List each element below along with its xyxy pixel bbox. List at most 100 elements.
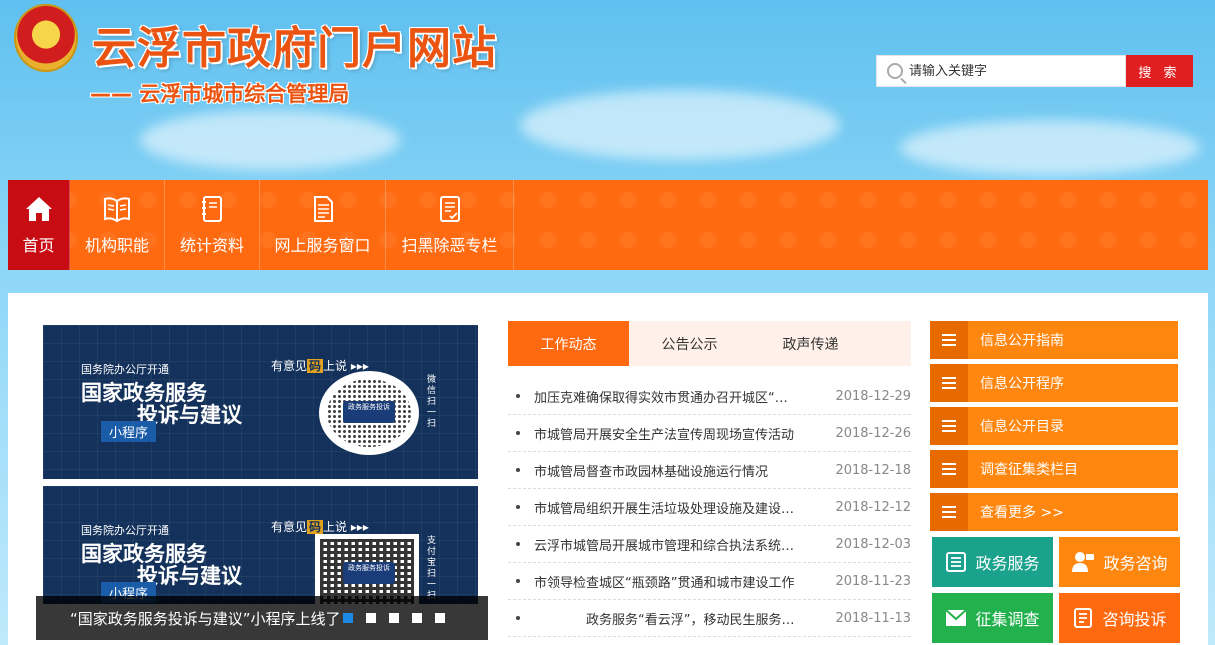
news-date: 2018-11-13 — [835, 610, 911, 626]
slide-indicators — [342, 613, 445, 623]
book-icon — [104, 197, 130, 223]
nav-item-institution[interactable]: 机构职能 — [70, 180, 165, 270]
quick-link-procedure[interactable]: 信息公开程序 — [930, 364, 1178, 402]
news-date: 2018-12-12 — [835, 499, 911, 515]
tab-policy[interactable]: 政声传递 — [750, 321, 871, 366]
slide-dot[interactable] — [434, 613, 445, 623]
banner-caption[interactable]: “国家政务服务投诉与建议”小程序上线了 — [70, 608, 341, 629]
news-title[interactable]: 市城管局督查市政园林基础设施运行情况 — [534, 461, 798, 480]
quick-link-more[interactable]: 查看更多 >> — [930, 493, 1178, 531]
nav-label: 首页 — [22, 236, 55, 255]
quick-link-catalog[interactable]: 信息公开目录 — [930, 407, 1178, 445]
news-tabs: 工作动态 公告公示 政声传递 — [508, 321, 911, 366]
main-nav: 首页 机构职能 统计资料 网上服务窗口 扫黑除恶专栏 — [8, 180, 1208, 270]
menu-icon — [930, 407, 968, 445]
nav-item-online-service[interactable]: 网上服务窗口 — [260, 180, 386, 270]
site-title: 云浮市政府门户网站 — [92, 23, 497, 74]
slide-dot[interactable] — [342, 613, 353, 623]
slide-dot[interactable] — [365, 613, 376, 623]
bullet-icon — [516, 616, 520, 620]
survey-button[interactable]: 征集调查 — [932, 593, 1053, 643]
menu-icon — [930, 321, 968, 359]
quick-link-label: 信息公开目录 — [980, 419, 1064, 435]
list-item[interactable]: 加压克难确保取得实效市贯通办召开城区“瓶颈路”贯通工作会议 2018-12-29 — [508, 378, 911, 415]
search-box — [876, 55, 1126, 87]
gov-service-button[interactable]: 政务服务 — [932, 537, 1053, 587]
news-date: 2018-12-18 — [835, 462, 911, 478]
bullet-icon — [516, 505, 520, 509]
quick-link-label: 信息公开指南 — [980, 333, 1064, 349]
button-label: 政务咨询 — [1103, 554, 1168, 573]
complaint-button[interactable]: 咨询投诉 — [1059, 593, 1180, 643]
mini-program-code-icon: 政务服务投诉 — [319, 371, 419, 455]
tab-work-news[interactable]: 工作动态 — [508, 321, 629, 366]
header: ★ 云浮市政府门户网站 —— 云浮市城市综合管理局 搜 索 — [0, 0, 1215, 180]
nav-item-anti-crime[interactable]: 扫黑除恶专栏 — [386, 180, 514, 270]
quick-link-label: 信息公开程序 — [980, 376, 1064, 392]
home-icon — [25, 197, 52, 221]
news-list: 加压克难确保取得实效市贯通办召开城区“瓶颈路”贯通工作会议2018-12-29 … — [508, 378, 911, 637]
person-icon — [1072, 552, 1095, 572]
banner-hint: 有意见码上说 ▸▸▸ — [271, 520, 369, 534]
menu-icon — [930, 493, 968, 531]
qr-badge: 政务服务投诉 — [343, 401, 395, 423]
list-item[interactable]: 市城管局督查市政园林基础设施运行情况 2018-12-18 — [508, 452, 911, 489]
list-icon — [946, 552, 967, 572]
nav-item-home[interactable]: 首页 — [8, 180, 70, 270]
nav-label: 扫黑除恶专栏 — [401, 236, 498, 255]
news-title[interactable]: 市领导检查城区“瓶颈路”贯通和城市建设工作 — [534, 572, 798, 591]
search-button[interactable]: 搜 索 — [1126, 55, 1193, 87]
bullet-icon — [516, 431, 520, 435]
search-input[interactable] — [909, 63, 1109, 79]
quick-link-label: 调查征集类栏目 — [980, 462, 1078, 478]
tab-announcements[interactable]: 公告公示 — [629, 321, 750, 366]
national-emblem-icon: ★ — [14, 4, 78, 72]
banner-side-text: 微信扫一扫 — [427, 375, 437, 429]
main-content: 国务院办公厅开通 国家政务服务 投诉与建议 小程序 有意见码上说 ▸▸▸ 微信扫… — [8, 293, 1208, 645]
slide-dot[interactable] — [411, 613, 422, 623]
qr-badge: 政务服务投诉 — [343, 562, 395, 584]
file-icon — [439, 196, 460, 222]
banner-small-text: 国务院办公厅开通 — [81, 524, 169, 537]
news-date: 2018-12-03 — [835, 536, 911, 552]
news-title[interactable]: 市城管局开展安全生产法宣传周现场宣传活动 — [534, 424, 798, 443]
nav-label: 统计资料 — [179, 236, 244, 255]
list-item[interactable]: 市领导检查城区“瓶颈路”贯通和城市建设工作 2018-11-23 — [508, 563, 911, 600]
news-date: 2018-12-26 — [835, 425, 911, 441]
button-label: 征集调查 — [975, 610, 1040, 629]
banner-caption-bar: “国家政务服务投诉与建议”小程序上线了 — [36, 596, 488, 640]
list-item[interactable]: 市城管局组织开展生活垃圾处理设施及建设情况检查 2018-12-12 — [508, 489, 911, 526]
quick-link-survey[interactable]: 调查征集类栏目 — [930, 450, 1178, 488]
search-icon — [887, 63, 903, 79]
news-title[interactable]: 云浮市城管局开展城市管理和综合执法系统培训 — [534, 535, 798, 554]
news-title[interactable]: 加压克难确保取得实效市贯通办召开城区“瓶颈路”贯通工作会议 — [534, 387, 798, 406]
news-title[interactable]: 市城管局组织开展生活垃圾处理设施及建设情况检查 — [534, 498, 798, 517]
news-title[interactable]: 政务服务“看云浮”，移动民生服务上线 — [534, 609, 798, 628]
document-icon — [313, 196, 333, 222]
menu-icon — [930, 450, 968, 488]
complaint-icon — [1074, 608, 1093, 628]
nav-item-statistics[interactable]: 统计资料 — [165, 180, 260, 270]
list-item[interactable]: 云浮市城管局开展城市管理和综合执法系统培训 2018-12-03 — [508, 526, 911, 563]
nav-label: 网上服务窗口 — [274, 236, 371, 255]
service-buttons: 政务服务 政务咨询 征集调查 咨询投诉 — [932, 537, 1180, 643]
news-date: 2018-11-23 — [835, 573, 911, 589]
cloud-decoration — [900, 120, 1200, 175]
button-label: 咨询投诉 — [1102, 610, 1167, 629]
bullet-icon — [516, 542, 520, 546]
bullet-icon — [516, 579, 520, 583]
banner-tag: 小程序 — [101, 421, 157, 442]
slide-dot[interactable] — [388, 613, 399, 623]
news-date: 2018-12-29 — [835, 388, 911, 404]
banner-slide[interactable]: 国务院办公厅开通 国家政务服务 投诉与建议 小程序 有意见码上说 ▸▸▸ 微信扫… — [43, 325, 478, 479]
list-item[interactable]: 市城管局开展安全生产法宣传周现场宣传活动 2018-12-26 — [508, 415, 911, 452]
qr-code-icon: 政务服务投诉 — [315, 534, 419, 604]
notebook-icon — [202, 196, 222, 222]
gov-consult-button[interactable]: 政务咨询 — [1059, 537, 1180, 587]
info-disclosure-links: 信息公开指南 信息公开程序 信息公开目录 调查征集类栏目 查看更多 >> — [930, 321, 1178, 536]
list-item[interactable]: 政务服务“看云浮”，移动民生服务上线 2018-11-13 — [508, 600, 911, 637]
quick-link-label: 查看更多 >> — [980, 505, 1064, 521]
quick-link-guide[interactable]: 信息公开指南 — [930, 321, 1178, 359]
banner-slide[interactable]: 国务院办公厅开通 国家政务服务 投诉与建议 小程序 有意见码上说 ▸▸▸ 支付宝… — [43, 486, 478, 604]
menu-icon — [930, 364, 968, 402]
